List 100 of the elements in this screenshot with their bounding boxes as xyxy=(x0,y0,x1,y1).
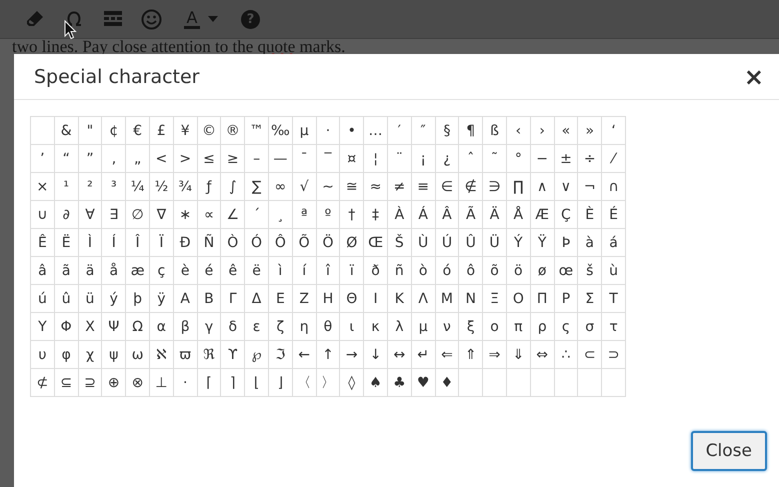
character-cell[interactable]: â xyxy=(30,256,54,284)
character-cell[interactable]: ≠ xyxy=(387,172,412,200)
character-cell[interactable]: ° xyxy=(506,144,530,172)
character-cell[interactable]: ∏ xyxy=(506,172,530,200)
smiley-icon[interactable] xyxy=(141,8,162,30)
character-cell[interactable]: ô xyxy=(458,256,483,284)
character-cell[interactable]: Ó xyxy=(244,228,268,256)
character-cell[interactable]: ∧ xyxy=(530,172,554,200)
character-cell[interactable]: õ xyxy=(482,256,506,284)
character-cell[interactable]: á xyxy=(602,228,626,256)
character-cell[interactable]: Ï xyxy=(149,228,174,256)
character-cell[interactable]: ê xyxy=(220,256,245,284)
character-cell[interactable]: À xyxy=(387,200,412,228)
character-cell[interactable]: ← xyxy=(292,340,316,368)
character-cell[interactable]: ♠ xyxy=(364,368,388,396)
character-cell[interactable]: < xyxy=(149,144,174,172)
character-cell[interactable]: ¯ xyxy=(292,144,316,172)
character-cell[interactable]: ‚ xyxy=(102,144,126,172)
character-cell[interactable]: î xyxy=(316,256,340,284)
character-cell[interactable]: ∼ xyxy=(316,172,340,200)
character-cell[interactable]: Š xyxy=(387,228,412,256)
character-cell[interactable]: ï xyxy=(340,256,364,284)
character-cell[interactable]: ω xyxy=(126,340,150,368)
character-cell[interactable]: Ψ xyxy=(102,312,126,340)
character-cell[interactable]: ≈ xyxy=(364,172,388,200)
character-cell[interactable]: å xyxy=(102,256,126,284)
character-cell[interactable]: ´ xyxy=(244,200,268,228)
character-cell[interactable]: 〉 xyxy=(316,368,340,396)
character-cell[interactable]: → xyxy=(340,340,364,368)
character-cell[interactable]: ♣ xyxy=(387,368,412,396)
character-cell[interactable]: è xyxy=(173,256,198,284)
character-cell[interactable]: ú xyxy=(30,284,54,312)
character-cell[interactable]: Ñ xyxy=(197,228,221,256)
character-cell[interactable]: ± xyxy=(554,144,578,172)
character-cell[interactable]: ¡ xyxy=(411,144,436,172)
character-cell[interactable]: ü xyxy=(78,284,102,312)
character-cell[interactable]: ∅ xyxy=(126,200,150,228)
character-cell[interactable]: ″ xyxy=(411,116,436,144)
character-cell[interactable]: © xyxy=(197,116,221,144)
character-cell[interactable]: ∴ xyxy=(554,340,578,368)
character-cell[interactable]: χ xyxy=(78,340,102,368)
character-cell[interactable]: ‹ xyxy=(506,116,530,144)
character-cell[interactable]: > xyxy=(173,144,198,172)
character-cell[interactable]: ξ xyxy=(458,312,483,340)
character-cell[interactable]: ⇓ xyxy=(506,340,530,368)
character-cell[interactable] xyxy=(30,116,54,144)
character-cell[interactable]: ∃ xyxy=(102,200,126,228)
character-cell[interactable]: Ö xyxy=(316,228,340,256)
character-cell[interactable]: ® xyxy=(220,116,245,144)
character-cell[interactable]: Α xyxy=(173,284,198,312)
character-cell[interactable]: ½ xyxy=(149,172,174,200)
character-cell[interactable]: ¾ xyxy=(173,172,198,200)
character-cell[interactable]: Ô xyxy=(268,228,292,256)
character-cell[interactable]: ¢ xyxy=(102,116,126,144)
character-cell[interactable]: ™ xyxy=(244,116,268,144)
character-cell[interactable]: ä xyxy=(78,256,102,284)
character-cell[interactable]: ˜ xyxy=(482,144,506,172)
character-cell[interactable]: û xyxy=(54,284,78,312)
character-cell[interactable]: α xyxy=(149,312,174,340)
character-cell[interactable]: Θ xyxy=(340,284,364,312)
character-cell[interactable]: ç xyxy=(149,256,174,284)
character-cell[interactable]: Ý xyxy=(506,228,530,256)
character-cell[interactable]: Η xyxy=(316,284,340,312)
character-cell[interactable]: › xyxy=(530,116,554,144)
character-cell[interactable]: à xyxy=(578,228,602,256)
character-cell[interactable]: τ xyxy=(602,312,626,340)
character-cell[interactable]: œ xyxy=(554,256,578,284)
close-button[interactable]: Close xyxy=(690,431,767,471)
character-cell[interactable]: ∇ xyxy=(149,200,174,228)
character-cell[interactable]: ’ xyxy=(30,144,54,172)
character-cell[interactable]: Ο xyxy=(506,284,530,312)
character-cell[interactable]: ‘ xyxy=(602,116,626,144)
character-cell[interactable]: ⊗ xyxy=(126,368,150,396)
character-cell[interactable]: Γ xyxy=(220,284,245,312)
character-cell[interactable]: • xyxy=(340,116,364,144)
character-cell[interactable]: ∉ xyxy=(458,172,483,200)
character-cell[interactable]: Δ xyxy=(244,284,268,312)
character-cell[interactable]: ⊕ xyxy=(102,368,126,396)
character-cell[interactable]: ⇑ xyxy=(458,340,483,368)
character-cell[interactable]: Õ xyxy=(292,228,316,256)
character-cell[interactable]: ‡ xyxy=(364,200,388,228)
character-cell[interactable]: µ xyxy=(292,116,316,144)
character-cell[interactable]: Ú xyxy=(435,228,459,256)
horizontal-line-icon[interactable] xyxy=(102,9,122,29)
character-cell[interactable]: π xyxy=(506,312,530,340)
character-cell[interactable]: Ð xyxy=(173,228,198,256)
character-cell[interactable]: ‰ xyxy=(268,116,292,144)
character-cell[interactable]: Ι xyxy=(364,284,388,312)
character-cell[interactable]: ε xyxy=(244,312,268,340)
character-cell[interactable]: ∗ xyxy=(173,200,198,228)
character-cell[interactable]: Þ xyxy=(554,228,578,256)
character-cell[interactable]: ª xyxy=(292,200,316,228)
character-cell[interactable]: ο xyxy=(482,312,506,340)
character-cell[interactable]: ⌉ xyxy=(220,368,245,396)
character-cell[interactable]: ⊇ xyxy=(78,368,102,396)
character-cell[interactable]: ¶ xyxy=(458,116,483,144)
character-cell[interactable]: « xyxy=(554,116,578,144)
character-cell[interactable]: ⁄ xyxy=(602,144,626,172)
character-cell[interactable]: ß xyxy=(482,116,506,144)
character-cell[interactable]: ù xyxy=(602,256,626,284)
